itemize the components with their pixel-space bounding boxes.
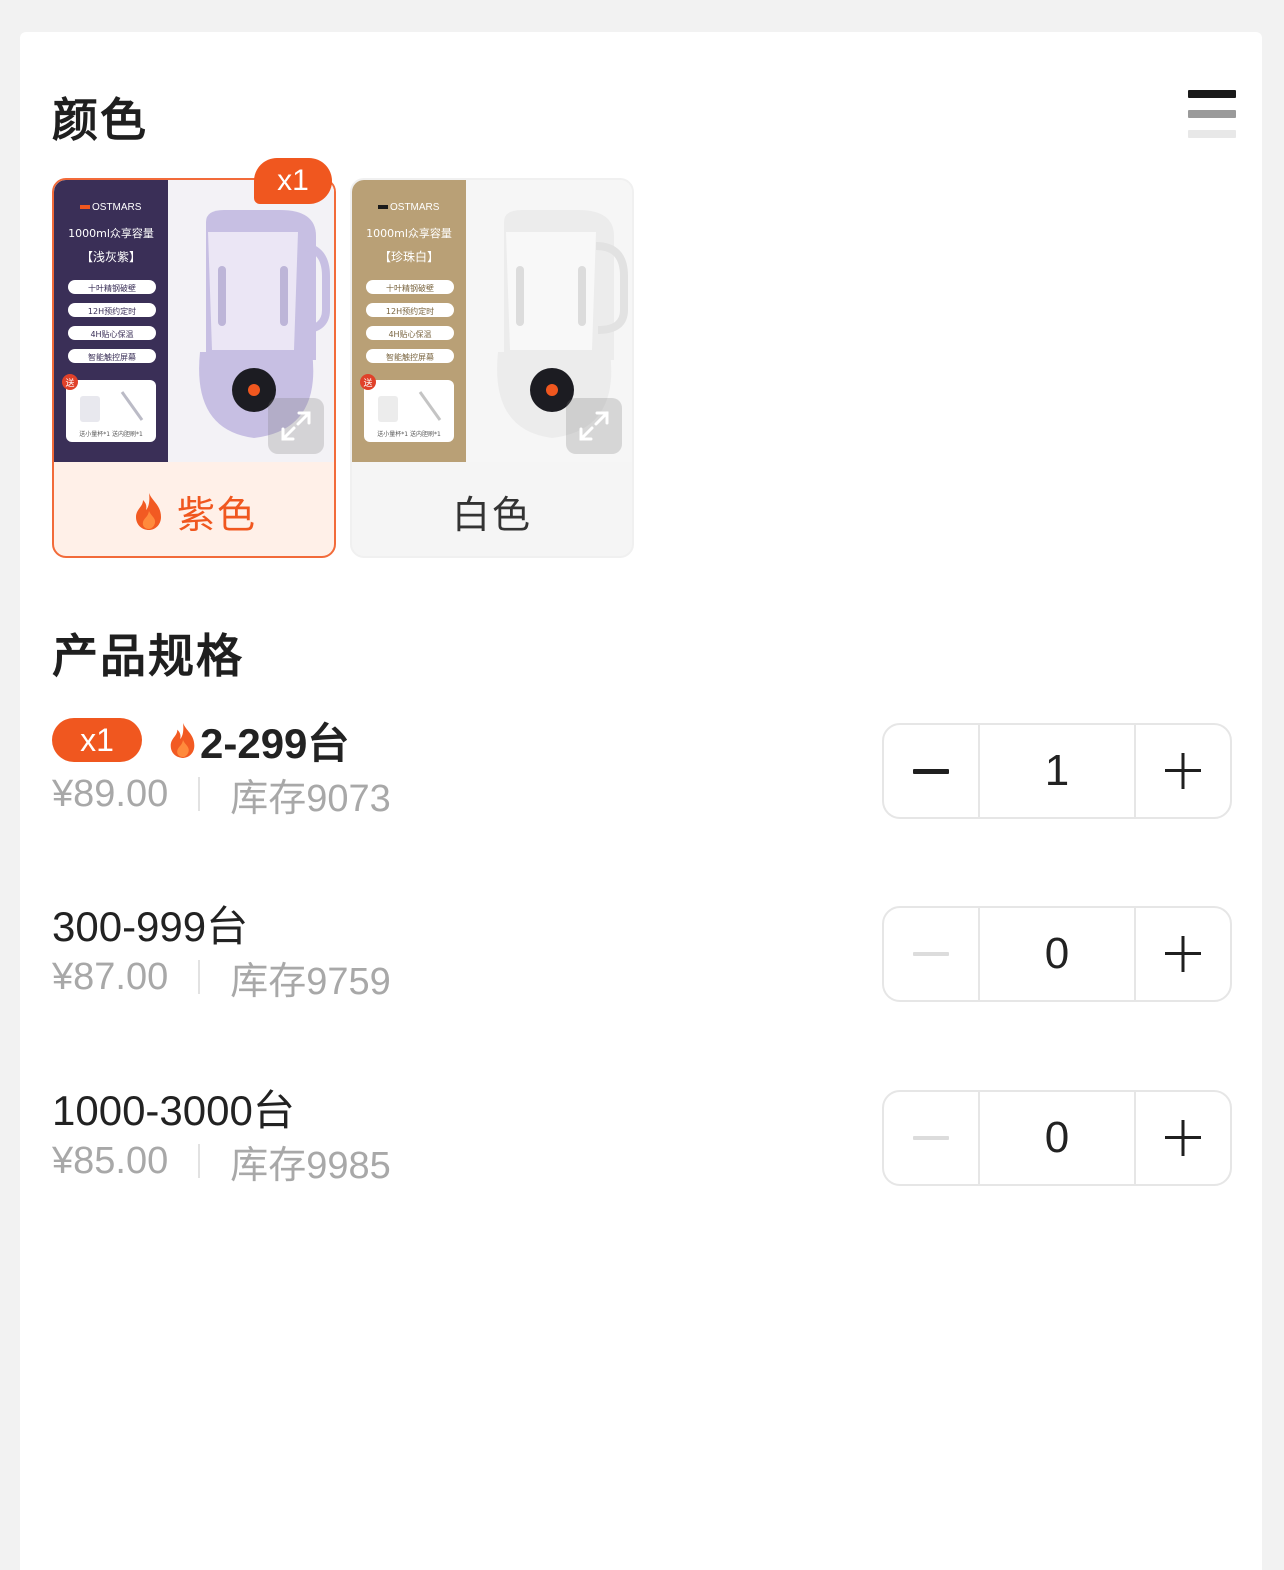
divider xyxy=(198,777,201,811)
spec-range: 2-299台 xyxy=(200,719,350,767)
minus-icon xyxy=(913,1136,949,1140)
capacity-text: 1000ml众享容量 xyxy=(68,226,154,240)
spec-price: ¥85.00 xyxy=(52,1139,169,1182)
spec-meta: ¥89.00 库存9073 xyxy=(52,771,391,820)
plus-button[interactable] xyxy=(1136,1092,1230,1184)
spec-range: 300-999台 xyxy=(52,902,249,950)
color-label-purple: 紫色 xyxy=(54,464,334,556)
spec-row: 1000-3000台 ¥85.00 库存9985 0 xyxy=(52,1082,1232,1192)
expand-icon[interactable] xyxy=(268,398,324,454)
color-label-white: 白色 xyxy=(352,464,632,556)
feature-text: 智能触控屏幕 xyxy=(88,352,136,362)
gift-text: 送小量杯*1 送内胆刷*1 xyxy=(79,430,143,438)
plus-button[interactable] xyxy=(1136,908,1230,1000)
minus-button[interactable] xyxy=(884,725,978,817)
feature-text: 12H预约定时 xyxy=(88,306,136,316)
quantity-value[interactable]: 0 xyxy=(978,908,1136,1000)
capacity-text: 1000ml众享容量 xyxy=(366,226,452,240)
spec-price: ¥87.00 xyxy=(52,955,169,998)
spec-meta: ¥85.00 库存9985 xyxy=(52,1138,391,1187)
quantity-value[interactable]: 0 xyxy=(978,1092,1136,1184)
brand-text: OSTMARS xyxy=(390,202,440,213)
quantity-stepper: 0 xyxy=(882,1090,1232,1186)
selected-count-badge: x1 xyxy=(254,158,332,204)
spec-section-title: 产品规格 xyxy=(52,629,244,683)
minus-icon xyxy=(913,952,949,956)
color-option-white[interactable]: OSTMARS 1000ml众享容量 【珍珠白】 十叶精钢破壁 12H预约定时 … xyxy=(350,178,634,558)
spec-name: x1 2-299台 xyxy=(52,715,349,767)
flame-icon xyxy=(170,723,195,758)
divider xyxy=(198,960,201,994)
expand-icon[interactable] xyxy=(566,398,622,454)
quantity-stepper: 0 xyxy=(882,906,1232,1002)
color-label: 白色 xyxy=(451,492,532,537)
feature-text: 4H贴心保温 xyxy=(388,329,431,339)
spec-name: 300-999台 xyxy=(52,898,248,950)
variant-text: 【珍珠白】 xyxy=(379,249,439,264)
sku-panel: 颜色 OSTMARS 1000ml众享容量 【浅灰紫】 十叶精钢破壁 12H预约… xyxy=(20,32,1262,1570)
brand-text: OSTMARS xyxy=(92,202,142,213)
spec-price: ¥89.00 xyxy=(52,772,169,815)
minus-button[interactable] xyxy=(884,1092,978,1184)
quantity-stepper: 1 xyxy=(882,723,1232,819)
spec-row: 300-999台 ¥87.00 库存9759 0 xyxy=(52,898,1232,1008)
spec-stock: 库存9073 xyxy=(230,777,391,820)
feature-text: 智能触控屏幕 xyxy=(386,352,434,362)
color-option-purple[interactable]: OSTMARS 1000ml众享容量 【浅灰紫】 十叶精钢破壁 12H预约定时 … xyxy=(52,178,336,558)
spec-name: 1000-3000台 xyxy=(52,1082,295,1134)
flame-icon xyxy=(135,493,161,530)
product-image-purple: OSTMARS 1000ml众享容量 【浅灰紫】 十叶精钢破壁 12H预约定时 … xyxy=(54,180,334,462)
product-image-white: OSTMARS 1000ml众享容量 【珍珠白】 十叶精钢破壁 12H预约定时 … xyxy=(352,180,632,462)
list-view-icon[interactable] xyxy=(1188,90,1238,140)
spec-range: 1000-3000台 xyxy=(52,1086,295,1134)
spec-meta: ¥87.00 库存9759 xyxy=(52,954,391,1003)
minus-button[interactable] xyxy=(884,908,978,1000)
gift-badge: 送 xyxy=(363,377,372,389)
spec-stock: 库存9985 xyxy=(230,1144,391,1187)
spec-stock: 库存9759 xyxy=(230,960,391,1003)
spec-count-badge: x1 xyxy=(52,718,142,762)
divider xyxy=(198,1144,201,1178)
feature-text: 十叶精钢破壁 xyxy=(386,283,434,293)
plus-icon xyxy=(1165,1120,1201,1156)
color-label: 紫色 xyxy=(176,492,257,537)
quantity-value[interactable]: 1 xyxy=(978,725,1136,817)
color-section-title: 颜色 xyxy=(52,93,148,147)
feature-text: 12H预约定时 xyxy=(386,306,434,316)
gift-text: 送小量杯*1 送内胆刷*1 xyxy=(377,430,441,438)
feature-text: 十叶精钢破壁 xyxy=(88,283,136,293)
feature-text: 4H贴心保温 xyxy=(90,329,133,339)
minus-icon xyxy=(913,769,949,774)
variant-text: 【浅灰紫】 xyxy=(81,250,141,264)
plus-icon xyxy=(1165,753,1201,789)
plus-button[interactable] xyxy=(1136,725,1230,817)
plus-icon xyxy=(1165,936,1201,972)
gift-badge: 送 xyxy=(65,377,74,389)
spec-row: x1 2-299台 ¥89.00 库存9073 1 xyxy=(52,715,1232,825)
